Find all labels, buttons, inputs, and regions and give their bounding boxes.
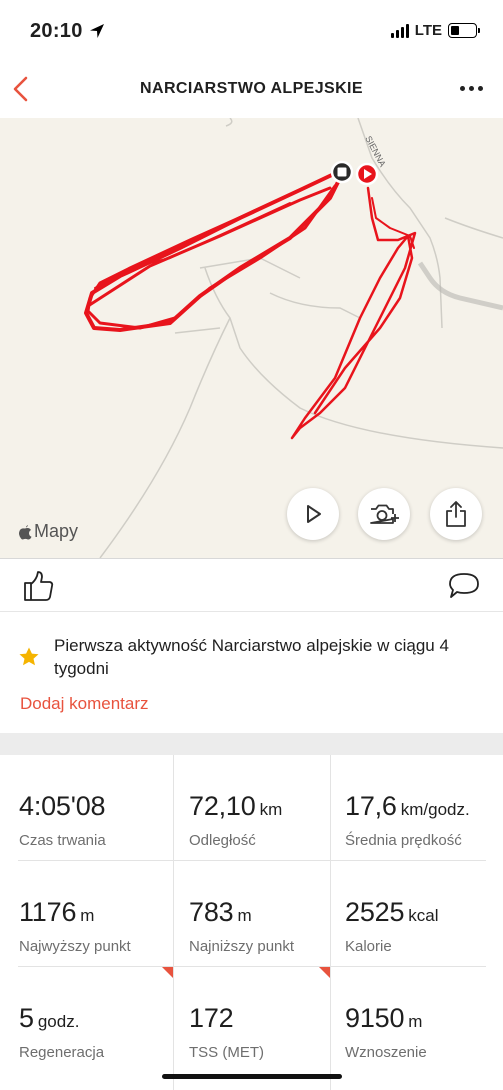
route-map[interactable]: SIENNA Mapy: [0, 118, 503, 558]
stat-label: Średnia prędkość: [345, 832, 462, 849]
home-indicator[interactable]: [162, 1074, 342, 1079]
stat-avg-speed: 17,6 km/godz. Średnia prędkość: [345, 791, 470, 849]
stat-label: Najniższy punkt: [189, 938, 295, 955]
stat-label: Kalorie: [345, 938, 392, 955]
stat-value: 72,10: [189, 791, 256, 821]
battery-level: [451, 26, 460, 35]
more-options-button[interactable]: [460, 86, 483, 91]
stat-value: 2525: [345, 897, 405, 927]
stat-value: 5: [19, 1003, 34, 1033]
stat-unit: m: [80, 906, 95, 925]
stat-value: 17,6: [345, 791, 397, 821]
share-button[interactable]: [430, 488, 482, 540]
stat-label: Najwyższy punkt: [19, 938, 131, 955]
stat-unit: km/godz.: [400, 800, 470, 819]
like-button[interactable]: [22, 569, 56, 608]
battery-icon: [448, 23, 480, 38]
stat-unit: km: [259, 800, 283, 819]
share-icon: [446, 501, 466, 527]
actions-row: [0, 559, 503, 611]
status-bar: 20:10 LTE: [0, 0, 503, 62]
star-icon: [19, 647, 39, 666]
info-corner-marker: [319, 967, 330, 978]
maps-logo: Mapy: [18, 521, 78, 542]
navigation-bar: NARCIARSTWO ALPEJSKIE: [0, 62, 503, 118]
stat-max-elevation: 1176 m Najwyższy punkt: [19, 897, 131, 955]
stat-distance: 72,10 km Odległość: [189, 791, 282, 849]
stat-value: 4:05'08: [19, 791, 106, 821]
stat-label: Czas trwania: [19, 832, 106, 849]
signal-icon: [390, 23, 409, 38]
stat-min-elevation: 783 m Najniższy punkt: [189, 897, 294, 955]
stat-unit: godz.: [37, 1012, 80, 1031]
play-route-button[interactable]: [287, 488, 339, 540]
comment-bubble-icon: [449, 573, 479, 598]
section-separator: [0, 733, 503, 755]
stat-unit: m: [408, 1012, 423, 1031]
stat-value: 1176: [19, 897, 77, 927]
apple-logo-icon: [19, 524, 32, 539]
stat-label: Regeneracja: [19, 1044, 105, 1061]
grid-divider: [18, 966, 486, 967]
add-photo-button[interactable]: [358, 488, 410, 540]
stat-tss[interactable]: 172 TSS (MET): [189, 1003, 264, 1061]
status-indicators: LTE: [390, 22, 480, 39]
camera-plus-icon: [370, 504, 399, 524]
page-title: NARCIARSTWO ALPEJSKIE: [140, 80, 363, 97]
stat-value: 9150: [345, 1003, 405, 1033]
map-drawing: SIENNA: [84, 118, 503, 558]
grid-divider: [18, 860, 486, 861]
info-corner-marker: [162, 967, 173, 978]
play-icon: [307, 505, 321, 523]
stat-calories: 2525 kcal Kalorie: [345, 897, 439, 955]
stat-value: 172: [189, 1003, 234, 1033]
stats-grid: 4:05'08 Czas trwania 72,10 km Odległość 1…: [0, 755, 503, 1090]
stat-unit: kcal: [408, 906, 439, 925]
comment-button[interactable]: [447, 571, 481, 606]
location-arrow-icon: [90, 24, 104, 38]
stat-ascent: 9150 m Wznoszenie: [345, 1003, 427, 1061]
maps-logo-text: Mapy: [34, 521, 79, 541]
status-time: 20:10: [30, 20, 83, 42]
stat-value: 783: [189, 897, 234, 927]
grid-divider: [330, 755, 331, 1090]
more-dots-icon: [460, 86, 465, 91]
grid-divider: [173, 755, 174, 1090]
stat-duration: 4:05'08 Czas trwania: [19, 791, 109, 849]
stat-label: Wznoszenie: [345, 1044, 427, 1061]
achievement-text: Pierwsza aktywność Narciarstwo alpejskie…: [54, 636, 449, 678]
stat-label: TSS (MET): [189, 1044, 264, 1061]
stat-unit: m: [237, 906, 252, 925]
thumbs-up-icon: [24, 571, 54, 601]
network-label: LTE: [414, 22, 442, 39]
stat-recovery[interactable]: 5 godz. Regeneracja: [19, 1003, 104, 1061]
add-comment-link[interactable]: Dodaj komentarz: [20, 694, 149, 714]
stat-label: Odległość: [189, 832, 256, 849]
achievement-section: Pierwsza aktywność Narciarstwo alpejskie…: [0, 611, 503, 733]
